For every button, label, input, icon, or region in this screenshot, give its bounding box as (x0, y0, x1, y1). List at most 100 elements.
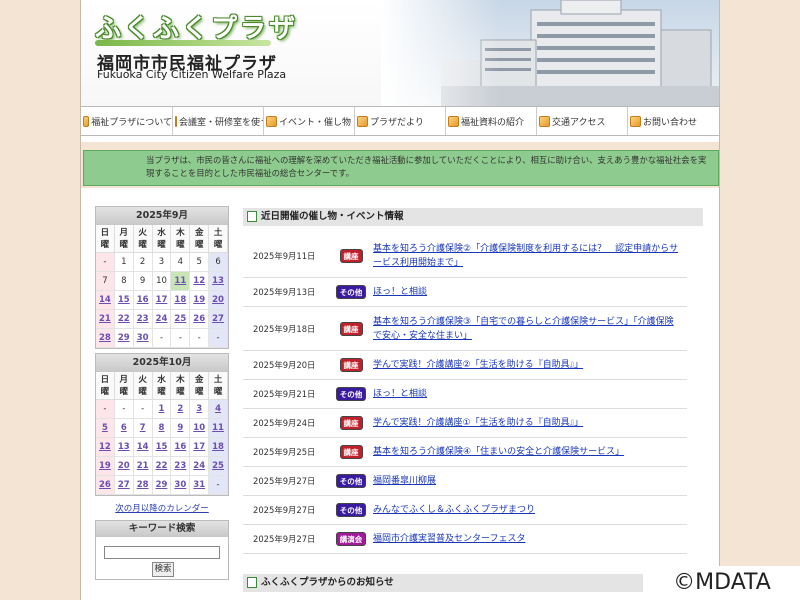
nav-item-about[interactable]: 福祉プラザについて (81, 107, 173, 135)
event-title-link[interactable]: 基本を知ろう介護保険③「自宅での暮らしと介護保険サービス」「介護保険で安心・安全… (371, 315, 687, 343)
calendar-day[interactable]: 24 (152, 310, 172, 329)
event-row: 2025年9月11日 講座 基本を知ろう介護保険②「介護保険制度を利用するには？ 認… (243, 234, 687, 278)
event-date: 2025年9月11日 (253, 250, 316, 261)
nav-label: プラザだより (370, 117, 424, 128)
keyword-search-input[interactable] (104, 546, 220, 559)
calendar-day[interactable]: 18 (209, 438, 228, 457)
calendar-day[interactable]: 10 (190, 419, 210, 438)
calendar-day[interactable]: 1 (152, 400, 172, 419)
calendar-day[interactable]: 22 (152, 457, 172, 476)
event-title-link[interactable]: 福岡番皐川柳展 (371, 474, 687, 488)
calendar-day[interactable]: 12 (190, 272, 210, 291)
calendar-day[interactable]: 2 (171, 400, 191, 419)
calendar-day[interactable]: 30 (133, 329, 153, 348)
calendar-day[interactable]: 17 (152, 291, 172, 310)
calendar-weekday: 金 曜 (190, 372, 210, 400)
calendar-day: 4 (171, 253, 191, 272)
calendar-day[interactable]: 15 (152, 438, 172, 457)
calendar-day[interactable]: 19 (190, 291, 210, 310)
nav-item-rooms[interactable]: 会議室・研修室を使う (173, 107, 264, 135)
next-calendar-link[interactable]: 次の月以降のカレンダー (95, 502, 229, 514)
calendar-day[interactable]: 15 (114, 291, 134, 310)
calendar-day[interactable]: 9 (171, 419, 191, 438)
event-badge-wrap: 講座 (331, 321, 371, 336)
calendar-day[interactable]: 29 (152, 476, 172, 495)
calendar-day[interactable]: 21 (133, 457, 153, 476)
calendar-day[interactable]: 8 (152, 419, 172, 438)
calendar-day[interactable]: 30 (171, 476, 191, 495)
calendar-day[interactable]: 20 (114, 457, 134, 476)
calendar-day[interactable]: 6 (114, 419, 134, 438)
nav-item-access[interactable]: 交通アクセス (537, 107, 628, 135)
calendar-day[interactable]: 23 (133, 310, 153, 329)
nav-item-events[interactable]: イベント・催し物 (264, 107, 355, 135)
calendar-day[interactable]: 21 (96, 310, 115, 329)
calendar-day[interactable]: 18 (171, 291, 191, 310)
calendar-day[interactable]: 5 (96, 419, 115, 438)
event-row: 2025年9月21日 その他 ほっ！と相談 (243, 380, 687, 409)
calendar-day[interactable]: 4 (209, 400, 228, 419)
calendar-day: - (171, 329, 191, 348)
nav-item-newsletter[interactable]: プラザだより (355, 107, 446, 135)
calendar-day[interactable]: 28 (133, 476, 153, 495)
event-title-link[interactable]: 学んで実践！介護講座②「生活を助ける『自助具』」 (371, 358, 687, 372)
calendar-day[interactable]: 20 (209, 291, 228, 310)
nav-bullet-icon (175, 115, 177, 127)
calendar-day[interactable]: 27 (114, 476, 134, 495)
page-container: ふくふくプラザ 福岡市市民福祉プラザ Fukuoka City Citizen … (80, 0, 720, 600)
event-date: 2025年9月25日 (253, 447, 316, 457)
calendar-day[interactable]: 26 (96, 476, 115, 495)
event-category-badge: その他 (335, 474, 367, 488)
event-badge-wrap: 講座 (331, 416, 371, 430)
nav-item-materials[interactable]: 福祉資料の紹介 (446, 107, 537, 135)
calendar-day[interactable]: 26 (190, 310, 210, 329)
calendar-weekday: 土 曜 (209, 225, 228, 253)
calendar-day[interactable]: 25 (171, 310, 191, 329)
calendar-day[interactable]: 19 (96, 457, 115, 476)
calendar-day: - (96, 400, 115, 419)
event-badge-wrap: その他 (331, 387, 371, 401)
calendar-day[interactable]: 16 (133, 291, 153, 310)
calendar-day[interactable]: 16 (171, 438, 191, 457)
event-category-badge: その他 (335, 387, 367, 401)
event-category-badge: その他 (335, 285, 367, 299)
calendar-day: - (209, 476, 228, 495)
event-title-link[interactable]: 福岡市介護実習普及センターフェスタ (371, 532, 687, 546)
calendar-day[interactable]: 3 (190, 400, 210, 419)
calendar-weekday: 日 曜 (96, 225, 115, 253)
calendar-day[interactable]: 29 (114, 329, 134, 348)
calendar-weekday: 水 曜 (152, 372, 172, 400)
calendar-day[interactable]: 14 (133, 438, 153, 457)
calendar-day[interactable]: 23 (171, 457, 191, 476)
nav-label: 福祉プラザについて (91, 117, 172, 128)
search-button[interactable]: 検索 (152, 562, 174, 577)
nav-item-contact[interactable]: お問い合わせ (628, 107, 719, 135)
calendar-day[interactable]: 22 (114, 310, 134, 329)
intro-text: 当プラザは、市民の皆さんに福祉への理解を深めていただき福祉活動に参加していただく… (83, 150, 719, 186)
calendar-day[interactable]: 13 (209, 272, 228, 291)
calendar-day[interactable]: 25 (209, 457, 228, 476)
nav-label: 福祉資料の紹介 (461, 117, 525, 128)
event-row: 2025年9月25日 講座 基本を知ろう介護保険④「住まいの安全と介護保険サービス」 (243, 438, 687, 467)
intro-section: 当プラザは、市民の皆さんに福祉への理解を深めていただき福祉活動に参加していただく… (81, 142, 719, 188)
calendar-day[interactable]: 27 (209, 310, 228, 329)
calendar-day[interactable]: 17 (190, 438, 210, 457)
event-title-link[interactable]: ほっ！と相談 (371, 387, 687, 401)
event-title-link[interactable]: 基本を知ろう介護保険②「介護保険制度を利用するには？ 認定申請からサービス利用開… (371, 242, 687, 270)
calendar-day[interactable]: 11 (171, 272, 191, 291)
event-title-link[interactable]: 学んで実践！介護講座①「生活を助ける『自助具』」 (371, 416, 687, 430)
calendar-day[interactable]: 28 (96, 329, 115, 348)
calendar-day[interactable]: 7 (133, 419, 153, 438)
calendar-day[interactable]: 12 (96, 438, 115, 457)
calendar-day[interactable]: 24 (190, 457, 210, 476)
calendar-day[interactable]: 31 (190, 476, 210, 495)
event-title-link[interactable]: みんなでふくし＆ふくふくプラザまつり (371, 503, 687, 517)
calendar-day[interactable]: 13 (114, 438, 134, 457)
event-title-link[interactable]: ほっ！と相談 (371, 285, 687, 299)
calendar-day[interactable]: 11 (209, 419, 228, 438)
calendar-day[interactable]: 14 (96, 291, 115, 310)
nav-bullet-icon (266, 115, 277, 127)
event-badge-wrap: 講演会 (331, 532, 371, 546)
event-title-link[interactable]: 基本を知ろう介護保険④「住まいの安全と介護保険サービス」 (371, 445, 687, 459)
calendar-day: 5 (190, 253, 210, 272)
